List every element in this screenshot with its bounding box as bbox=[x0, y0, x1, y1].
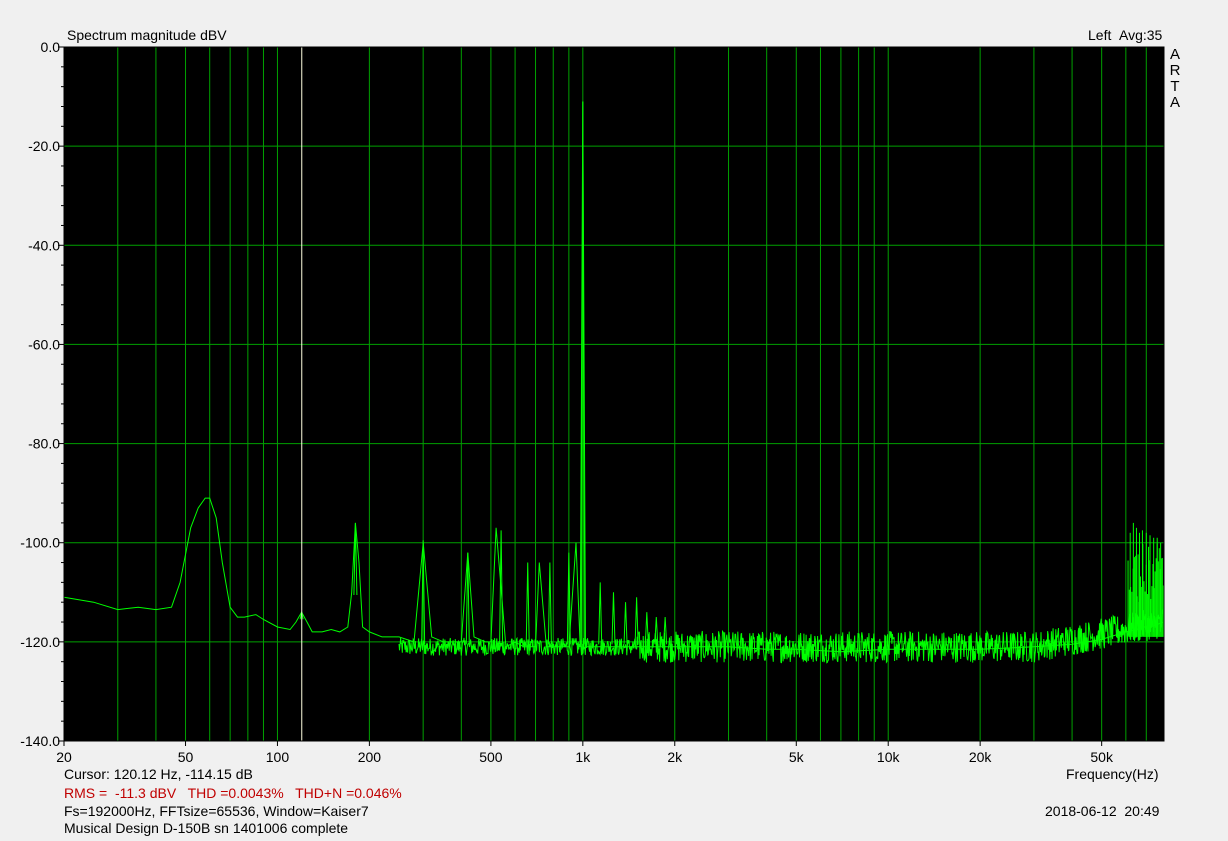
y-axis: 0.0 -20.0 -40.0 -60.0 -80.0 -100.0 -120.0 -140.… bbox=[20, 39, 64, 749]
x-tick-label: 20k bbox=[969, 749, 993, 765]
y-tick-label: -80.0 bbox=[28, 436, 60, 452]
chart-title: Spectrum magnitude dBV bbox=[67, 27, 227, 43]
y-tick-label: -120.0 bbox=[20, 634, 60, 650]
x-tick-label: 50k bbox=[1090, 749, 1114, 765]
device-description: Musical Design D-150B sn 1401006 complet… bbox=[64, 820, 349, 836]
x-tick-label: 20 bbox=[56, 749, 72, 765]
y-tick-label: -40.0 bbox=[28, 237, 60, 253]
x-tick-label: 200 bbox=[358, 749, 382, 765]
fft-params: Fs=192000Hz, FFTsize=65536, Window=Kaise… bbox=[64, 803, 369, 819]
y-tick-label: -60.0 bbox=[28, 336, 60, 352]
y-tick-label: -20.0 bbox=[28, 138, 60, 154]
cursor-readout: Cursor: 120.12 Hz, -114.15 dB bbox=[64, 766, 253, 782]
y-tick-label: -140.0 bbox=[20, 733, 60, 749]
x-tick-label: 10k bbox=[877, 749, 901, 765]
logo-letter: A bbox=[1169, 46, 1180, 63]
average-count: Avg:35 bbox=[1119, 27, 1163, 43]
x-tick-label: 100 bbox=[266, 749, 290, 765]
y-tick-label: 0.0 bbox=[41, 39, 61, 55]
logo-letter: R bbox=[1169, 62, 1181, 79]
x-tick-label: 2k bbox=[667, 749, 683, 765]
logo-letter: T bbox=[1170, 78, 1180, 95]
y-tick-label: -100.0 bbox=[20, 535, 60, 551]
timestamp: 2018-06-12 20:49 bbox=[1045, 803, 1160, 819]
arta-logo: A R T A bbox=[1168, 47, 1182, 111]
x-axis: 20 50 100 200 500 1k 2k 5k 10k 20k 50k bbox=[56, 741, 1114, 765]
logo-letter: A bbox=[1169, 94, 1180, 111]
spectrum-chart: 0.0 -20.0 -40.0 -60.0 -80.0 -100.0 -120.0 -140.… bbox=[20, 39, 1165, 765]
measurement-stats: RMS = -11.3 dBV THD =0.0043% THD+N =0.04… bbox=[64, 785, 402, 801]
x-tick-label: 50 bbox=[178, 749, 194, 765]
channel-label: Left bbox=[1088, 27, 1112, 43]
x-axis-label: Frequency(Hz) bbox=[1066, 766, 1159, 782]
x-tick-label: 5k bbox=[789, 749, 805, 765]
x-tick-label: 1k bbox=[575, 749, 591, 765]
x-tick-label: 500 bbox=[479, 749, 503, 765]
